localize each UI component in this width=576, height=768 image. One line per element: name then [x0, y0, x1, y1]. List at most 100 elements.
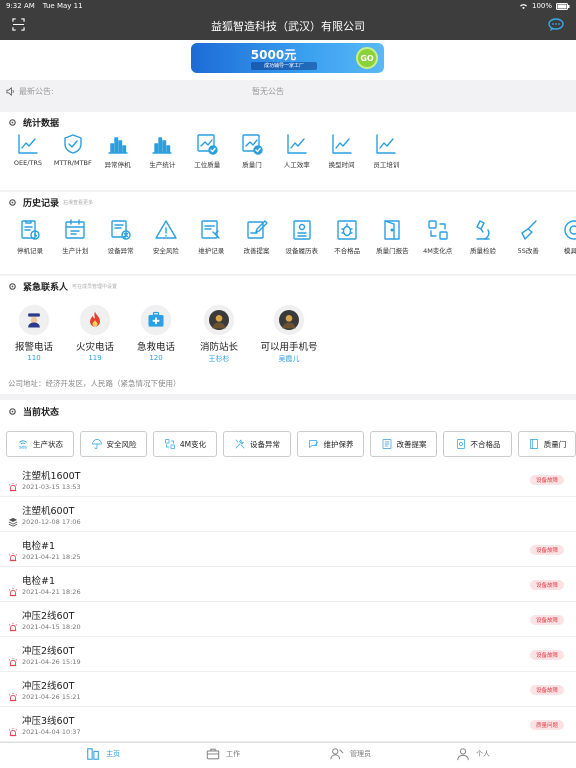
list-item[interactable]: 冲压2线60T 2021-04-26 15:21 设备故障 — [0, 672, 576, 707]
history-item-12[interactable]: 模具间 — [552, 218, 576, 255]
change-icon — [427, 220, 448, 240]
admin-icon — [330, 748, 344, 760]
proposal-icon — [382, 439, 391, 449]
tab-0[interactable]: SOS 生产状态 — [6, 431, 74, 457]
wifi-icon — [519, 3, 527, 9]
list-item[interactable]: 电检#1 2021-04-21 18:26 设备故障 — [0, 567, 576, 602]
contact-item-3[interactable]: 消防站长 王杉杉 — [189, 306, 249, 364]
contact-name: 报警电话 — [14, 342, 53, 353]
alarm-icon — [8, 652, 18, 667]
tab-label: 4M变化 — [179, 439, 207, 449]
sos-icon: SOS — [19, 440, 27, 450]
tab-2[interactable]: 4M变化 — [153, 431, 217, 457]
nav-bar: 益狐智造科技（武汉）有限公司 — [0, 12, 576, 40]
tab-label: 安全风险 — [106, 439, 137, 449]
history-item-6[interactable]: 设备履历表 — [280, 218, 324, 255]
history-item-9[interactable]: 4M变化点 — [416, 218, 460, 255]
stats-header: 统计数据 — [0, 112, 576, 132]
contact-item-2[interactable]: 急救电话 120 — [126, 306, 186, 362]
current-section: 当前状态 — [0, 400, 576, 428]
chat-icon[interactable] — [548, 18, 564, 32]
tab-7[interactable]: 质量门 — [518, 431, 576, 457]
person-photo-icon — [279, 310, 299, 330]
history-item-10[interactable]: 质量检验 — [461, 218, 505, 255]
list-item-title: 电检#1 — [22, 541, 56, 552]
stats-item-0[interactable]: OEE/TRS — [6, 132, 50, 167]
stats-item-1[interactable]: MTTR/MTBF — [51, 132, 95, 167]
bottom-tab-2[interactable]: 管理员 — [330, 747, 371, 761]
stats-title: 统计数据 — [23, 118, 60, 129]
contact-item-0[interactable]: 报警电话 110 — [4, 306, 64, 362]
history-item-4[interactable]: 维护记录 — [189, 218, 233, 255]
stats-item-8[interactable]: 员工培训 — [364, 132, 408, 169]
police-icon — [28, 313, 40, 328]
scan-icon[interactable] — [12, 18, 25, 31]
status-date: Tue May 11 — [42, 2, 83, 10]
list-item-date: 2020-12-08 17:06 — [22, 518, 81, 526]
list-item[interactable]: 电检#1 2021-04-21 18:25 设备故障 — [0, 532, 576, 567]
stats-item-label: 工位质量 — [194, 161, 221, 169]
list-item[interactable]: 冲压3线60T 2021-04-04 10:37 质量问题 — [0, 707, 576, 742]
status-badge: 设备故障 — [529, 580, 564, 590]
tab-label: 改善提案 — [396, 439, 427, 449]
stats-item-5[interactable]: 质量门 — [230, 132, 274, 169]
person-icon — [457, 748, 469, 761]
warning-icon — [155, 220, 177, 239]
promo-banner[interactable]: 5000元 成功辅导一家工厂 GO — [191, 43, 384, 73]
banner-go-button[interactable]: GO — [356, 47, 378, 69]
list-item[interactable]: 冲压2线60T 2021-04-26 15:19 设备故障 — [0, 637, 576, 672]
contact-phone[interactable]: 119 — [88, 354, 101, 362]
history-header: 历史记录 右滑查看更多 — [0, 192, 576, 212]
history-item-0[interactable]: 停机记录 — [8, 218, 52, 255]
status-bar: 9:32 AM Tue May 11 100% — [0, 0, 576, 12]
stats-item-7[interactable]: 换型时间 — [320, 132, 364, 169]
contact-phone[interactable]: 吴霞儿 — [279, 354, 300, 364]
tab-4[interactable]: 维护保养 — [297, 431, 364, 457]
bottom-tab-3[interactable]: 个人 — [456, 747, 490, 761]
layers-icon — [8, 512, 18, 527]
contact-item-4[interactable]: 可以用手机号 吴霞儿 — [259, 306, 319, 364]
contact-avatar — [20, 306, 48, 334]
history-item-8[interactable]: 质量门报告 — [370, 218, 414, 255]
bottom-tab-label: 工作 — [226, 750, 240, 758]
bottom-tab-1[interactable]: 工作 — [206, 747, 240, 761]
history-item-label: 停机记录 — [17, 247, 43, 255]
stats-item-6[interactable]: 人工效率 — [275, 132, 319, 169]
history-item-3[interactable]: 安全风险 — [144, 218, 188, 255]
list-item[interactable]: 注塑机600T 2020-12-08 17:06 — [0, 497, 576, 532]
svg-text:SOS: SOS — [19, 446, 27, 450]
tab-5[interactable]: 改善提案 — [370, 431, 437, 457]
list-item[interactable]: 冲压2线60T 2021-04-15 18:20 设备故障 — [0, 602, 576, 637]
contact-phone[interactable]: 120 — [149, 354, 162, 362]
plan-icon — [65, 219, 85, 239]
alarm-icon — [8, 582, 18, 597]
alarm-icon — [8, 722, 18, 737]
tab-3[interactable]: 设备异常 — [223, 431, 291, 457]
history-item-7[interactable]: 不合格品 — [325, 218, 369, 255]
contact-item-1[interactable]: 火灾电话 119 — [65, 306, 125, 362]
stats-item-label: 员工培训 — [373, 161, 400, 169]
history-item-1[interactable]: 生产计划 — [53, 218, 97, 255]
contact-phone[interactable]: 王杉杉 — [209, 354, 230, 364]
contact-avatar — [205, 306, 233, 334]
notice-bar[interactable]: 最新公告: 暂无公告 — [0, 80, 576, 102]
line-chart-icon — [331, 134, 352, 154]
status-filter-tabs: SOS 生产状态 安全风险 4M变化 设备异常 维护保养 改善提案 不合格品 质量门 — [0, 428, 576, 462]
list-item[interactable]: 注塑机1600T 2021-03-15 13:53 设备故障 — [0, 462, 576, 497]
tab-1[interactable]: 安全风险 — [80, 431, 147, 457]
tab-label: 不合格品 — [470, 439, 501, 449]
stats-item-3[interactable]: 生产统计 — [140, 132, 184, 169]
history-item-5[interactable]: 改善提案 — [235, 218, 279, 255]
bottom-tab-0[interactable]: 主页 — [86, 747, 120, 761]
list-item-date: 2021-04-15 18:20 — [22, 623, 81, 631]
tab-6[interactable]: 不合格品 — [443, 431, 512, 457]
list-item-date: 2021-03-15 13:53 — [22, 483, 81, 491]
history-item-2[interactable]: 设备异常 — [99, 218, 143, 255]
stats-item-4[interactable]: 工位质量 — [185, 132, 229, 169]
contact-phone[interactable]: 110 — [27, 354, 40, 362]
stats-item-2[interactable]: 异常停机 — [96, 132, 140, 169]
history-item-11[interactable]: 5S改善 — [506, 218, 550, 255]
contacts-section: 紧急联系人 可在成员管理中设置 报警电话 110 火灾电话 119 急救电话 120 消防站… — [0, 276, 576, 394]
contact-name: 可以用手机号 — [260, 342, 318, 353]
current-header: 当前状态 — [0, 400, 576, 422]
